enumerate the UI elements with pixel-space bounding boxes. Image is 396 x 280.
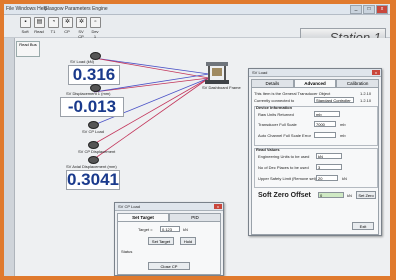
transducer-fs-label: Transducer Full Scale [258, 122, 297, 127]
auto-channel-input[interactable] [314, 132, 336, 138]
transducer-fs-input[interactable]: 7000 [314, 121, 336, 127]
upper-limit-unit: kN [342, 176, 347, 181]
target-input[interactable]: 0.123 [160, 226, 180, 232]
tab-details[interactable]: Details [251, 79, 294, 87]
tab-calibration[interactable]: Calibration [336, 79, 380, 87]
info-line-2: Currently connected to [254, 98, 295, 103]
eng-units-select[interactable]: kN [316, 153, 342, 159]
raw-units-select[interactable]: mb [314, 111, 340, 117]
auto-channel-label: Auto Channel Full Scale Error [258, 133, 311, 138]
sv-load-dialog: SV Load x Details Advanced Calibration Th… [248, 68, 382, 236]
close-icon[interactable]: x [214, 204, 222, 209]
tab-set-target[interactable]: Set Target [117, 213, 169, 221]
device-info-title: Device Information [256, 105, 293, 110]
sensor-icon[interactable] [88, 121, 99, 129]
tab-pid[interactable]: PID [169, 213, 221, 221]
decimals-label: No of Dec Places to be used [258, 165, 309, 170]
dialog-title: SV Load x [249, 69, 381, 77]
auto-channel-unit: mb [340, 133, 346, 138]
side-value-2: 1.2.10 [360, 98, 372, 103]
eng-units-label: Engineering Units to be used [258, 154, 310, 159]
readout-label-displacement: SV Displacement 1 (mm) [66, 91, 111, 96]
readout-value-load: 0.316 [68, 65, 120, 85]
sv-cp-dialog: SV CP Load x Set Target PID Target = 0.12… [114, 202, 224, 276]
test-frame-device[interactable] [204, 62, 230, 84]
info-line-1: This Item is the General Transducer Obje… [254, 91, 331, 96]
set-target-pane: Target = 0.123 kN Set Target Hold Status… [117, 221, 221, 275]
side-value-1: 1.2.10 [360, 91, 372, 96]
sensor-icon[interactable] [88, 156, 99, 164]
decimals-select[interactable]: 3 [316, 164, 342, 170]
readout-label-cp-displacement: SV CP Displacement [78, 149, 116, 154]
read-values-title: Read Values [256, 147, 280, 152]
set-zero-button[interactable]: Set Zero [356, 191, 376, 199]
tab-bar: Details Advanced Calibration [251, 79, 380, 87]
exit-button[interactable]: Exit [352, 222, 374, 230]
soft-zero-unit: kN [347, 193, 352, 198]
set-target-button[interactable]: Set Target [148, 237, 174, 245]
raw-units-label: Raw Units Returned [258, 112, 294, 117]
target-label: Target = [138, 227, 153, 232]
target-unit: kN [183, 227, 188, 232]
tab-bar: Set Target PID [117, 213, 221, 221]
close-cp-button[interactable]: Close CP [148, 262, 190, 270]
readout-value-axial: 0.3041 [66, 170, 120, 190]
tab-advanced[interactable]: Advanced [293, 79, 337, 87]
app-window: File Windows Help Glasgow Parameters Eng… [4, 4, 390, 276]
hold-button[interactable]: Hold [180, 237, 196, 245]
upper-limit-input[interactable]: 20 [316, 175, 338, 181]
readout-value-displacement: -0.013 [60, 97, 124, 117]
close-icon[interactable]: x [372, 70, 380, 75]
readout-label-axial: SV Axial Displacement (mm) [66, 164, 117, 169]
dialog-title: SV CP Load x [115, 203, 223, 211]
transducer-fs-unit: mb [340, 122, 346, 127]
upper-limit-label: Upper Safety Limit (Remove set) [258, 176, 317, 181]
device-label: SV Dashboard Frame [202, 85, 241, 90]
readout-label-cp-load: SV CP Load [82, 129, 104, 134]
sensor-icon[interactable] [88, 141, 99, 149]
connected-field[interactable]: Standard Controller [314, 97, 354, 103]
test-frame-icon [205, 62, 229, 84]
soft-zero-label: Soft Zero Offset [258, 192, 311, 199]
readout-label-load: SV Load (kN) [70, 59, 95, 64]
soft-zero-input[interactable]: 0 [318, 192, 344, 198]
advanced-pane: This Item is the General Transducer Obje… [251, 87, 379, 235]
status-label: Status [121, 249, 133, 254]
